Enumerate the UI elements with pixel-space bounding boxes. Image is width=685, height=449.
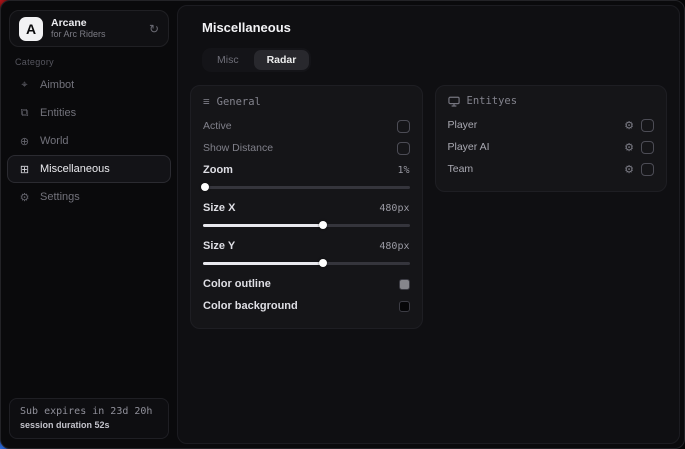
color-outline-label: Color outline xyxy=(203,278,271,290)
team-checkbox[interactable] xyxy=(641,163,654,176)
brand-logo: A xyxy=(19,17,43,41)
zoom-label: Zoom xyxy=(203,164,233,176)
main-content: Miscellaneous Misc Radar ≡ General Activ… xyxy=(177,5,680,444)
tab-bar: Misc Radar xyxy=(202,48,311,72)
color-background-swatch[interactable] xyxy=(399,301,410,312)
size-y-row: Size Y 480px xyxy=(203,235,410,257)
session-duration-text: session duration 52s xyxy=(20,420,158,430)
show-distance-row: Show Distance xyxy=(203,137,410,159)
zoom-value: 1% xyxy=(397,165,409,176)
subscription-card: Sub expires in 23d 20h session duration … xyxy=(9,398,169,439)
sidebar-item-aimbot[interactable]: ⌖ Aimbot xyxy=(7,71,171,99)
active-label: Active xyxy=(203,120,232,132)
entities-icon: ⧉ xyxy=(18,107,31,120)
active-checkbox[interactable] xyxy=(397,120,410,133)
size-y-label: Size Y xyxy=(203,240,235,252)
player-ai-label: Player AI xyxy=(448,141,625,153)
sidebar-item-label: Miscellaneous xyxy=(40,163,110,175)
monitor-icon xyxy=(448,96,460,107)
globe-icon: ⊕ xyxy=(18,135,31,148)
zoom-slider[interactable] xyxy=(203,182,410,192)
color-background-label: Color background xyxy=(203,300,298,312)
color-outline-row: Color outline xyxy=(203,273,410,295)
sidebar-item-label: Aimbot xyxy=(40,79,74,91)
size-x-row: Size X 480px xyxy=(203,197,410,219)
player-ai-row: Player AI ⚙ xyxy=(448,136,655,158)
active-row: Active xyxy=(203,115,410,137)
sidebar-item-world[interactable]: ⊕ World xyxy=(7,127,171,155)
sidebar-nav: ⌖ Aimbot ⧉ Entities ⊕ World ⊞ Miscellane… xyxy=(7,71,171,211)
desktop-background: A Arcane for Arc Riders ↻ Category ⌖ Aim… xyxy=(0,0,685,449)
player-ai-checkbox[interactable] xyxy=(641,141,654,154)
player-gear-icon[interactable]: ⚙ xyxy=(624,119,634,132)
sidebar-item-label: Settings xyxy=(40,191,80,203)
size-y-slider[interactable] xyxy=(203,258,410,268)
size-y-value: 480px xyxy=(379,241,409,252)
category-label: Category xyxy=(15,57,54,67)
gear-icon: ⚙ xyxy=(18,191,31,204)
size-x-slider-thumb[interactable] xyxy=(319,221,327,229)
app-window: A Arcane for Arc Riders ↻ Category ⌖ Aim… xyxy=(0,0,685,449)
sidebar: A Arcane for Arc Riders ↻ Category ⌖ Aim… xyxy=(1,1,177,448)
crosshair-icon: ⌖ xyxy=(18,79,31,92)
player-ai-gear-icon[interactable]: ⚙ xyxy=(624,141,634,154)
zoom-row: Zoom 1% xyxy=(203,159,410,181)
color-background-row: Color background xyxy=(203,295,410,317)
sidebar-item-settings[interactable]: ⚙ Settings xyxy=(7,183,171,211)
tab-radar[interactable]: Radar xyxy=(254,50,310,70)
show-distance-checkbox[interactable] xyxy=(397,142,410,155)
sidebar-item-miscellaneous[interactable]: ⊞ Miscellaneous xyxy=(7,155,171,183)
sidebar-item-label: Entities xyxy=(40,107,76,119)
grid-icon: ⊞ xyxy=(18,163,31,176)
entities-panel-title: Entityes xyxy=(467,95,518,107)
entities-panel: Entityes Player ⚙ Player AI ⚙ Team xyxy=(435,85,668,192)
team-label: Team xyxy=(448,163,625,175)
brand-name: Arcane xyxy=(51,17,141,29)
player-label: Player xyxy=(448,119,625,131)
brand-card: A Arcane for Arc Riders ↻ xyxy=(9,10,169,47)
sidebar-item-entities[interactable]: ⧉ Entities xyxy=(7,99,171,127)
team-gear-icon[interactable]: ⚙ xyxy=(624,163,634,176)
tab-misc[interactable]: Misc xyxy=(204,50,252,70)
sub-expiry-text: Sub expires in 23d 20h xyxy=(20,406,158,417)
show-distance-label: Show Distance xyxy=(203,142,273,154)
size-x-slider[interactable] xyxy=(203,220,410,230)
sliders-icon: ≡ xyxy=(203,95,210,108)
color-outline-swatch[interactable] xyxy=(399,279,410,290)
size-x-value: 480px xyxy=(379,203,409,214)
size-x-label: Size X xyxy=(203,202,235,214)
refresh-icon[interactable]: ↻ xyxy=(149,22,159,36)
size-y-slider-thumb[interactable] xyxy=(319,259,327,267)
panels-row: ≡ General Active Show Distance Zoom 1% xyxy=(190,85,667,329)
zoom-slider-thumb[interactable] xyxy=(201,183,209,191)
team-row: Team ⚙ xyxy=(448,158,655,180)
sidebar-item-label: World xyxy=(40,135,69,147)
general-panel-title: General xyxy=(217,96,261,108)
page-title: Miscellaneous xyxy=(202,20,667,35)
general-panel: ≡ General Active Show Distance Zoom 1% xyxy=(190,85,423,329)
player-row: Player ⚙ xyxy=(448,114,655,136)
player-checkbox[interactable] xyxy=(641,119,654,132)
brand-subtitle: for Arc Riders xyxy=(51,29,141,39)
